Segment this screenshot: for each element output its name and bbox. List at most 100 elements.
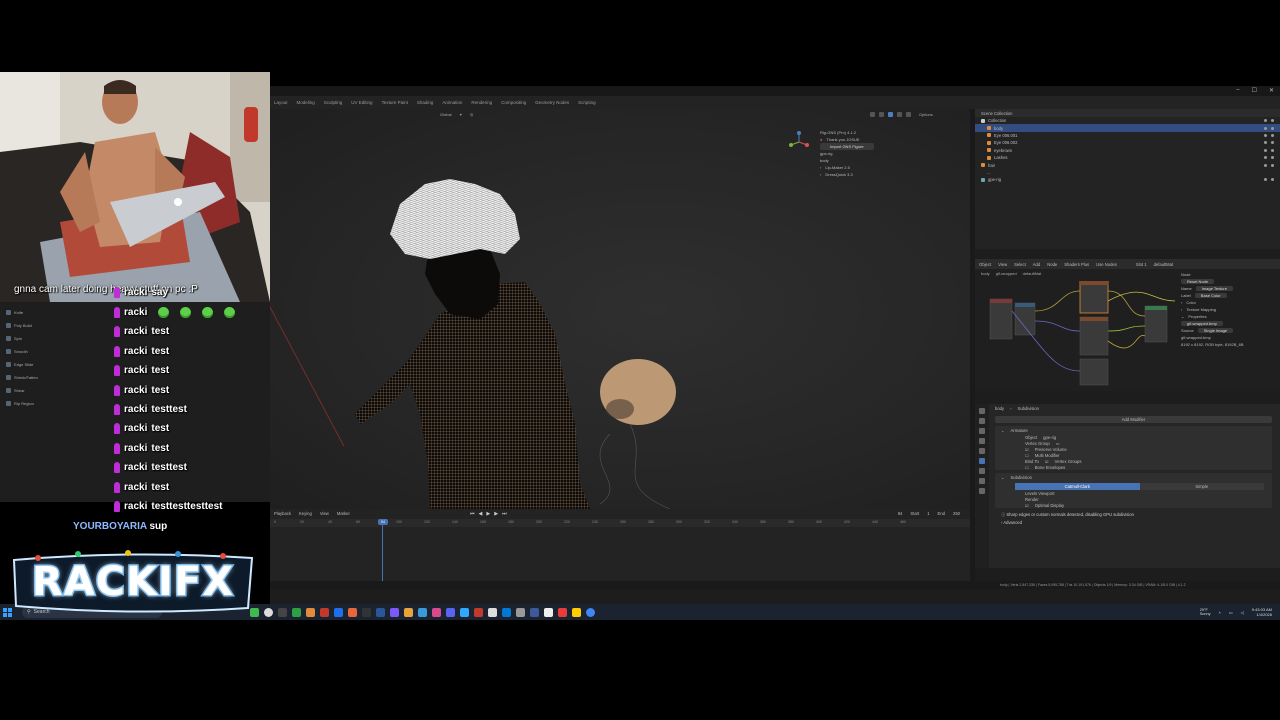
overlay-icon[interactable] [870, 111, 875, 117]
visibility-icons[interactable] [1264, 119, 1274, 123]
color-section[interactable]: Color [1186, 300, 1196, 305]
add-modifier-button[interactable]: Add Modifier [995, 416, 1272, 423]
photoshop-icon[interactable] [460, 607, 469, 617]
app-icon[interactable] [558, 607, 567, 617]
object-tab-icon[interactable] [979, 448, 985, 454]
volume-icon[interactable]: ◁ [1241, 610, 1244, 615]
menu-view[interactable]: View [998, 262, 1007, 267]
import-figure-button[interactable]: Import GNS Figure [820, 143, 874, 150]
menu-shaders-plus[interactable]: Shaders Plus [1064, 262, 1089, 267]
checkbox-icon[interactable]: ☐ [1025, 465, 1029, 470]
particles-tab-icon[interactable] [979, 468, 985, 474]
tab-workspace[interactable]: Animation [442, 100, 462, 105]
start-field[interactable]: 1 [927, 511, 929, 516]
app-icon[interactable] [264, 607, 273, 617]
modifier-header[interactable]: ⌄ Subdivision [995, 473, 1272, 481]
outliner-item[interactable]: eyebrows [975, 147, 1280, 154]
weather-widget[interactable]: 29°F Sunny [1200, 608, 1211, 617]
body-field[interactable]: body [820, 158, 829, 163]
tool-spin[interactable]: Spin [6, 336, 22, 341]
outliner-item[interactable]: hair [975, 161, 1280, 168]
tool-tab-icon[interactable] [979, 408, 985, 414]
visibility-icons[interactable] [1264, 163, 1274, 167]
proportional-icon[interactable]: ◎ [470, 112, 474, 117]
lipmaker-section[interactable]: Lip-Maker 2.5 [825, 165, 849, 170]
checkbox-icon[interactable]: ☑ [1025, 503, 1029, 508]
network-icon[interactable]: ▭ [1229, 610, 1233, 615]
app-icon[interactable] [334, 607, 343, 617]
menu-object[interactable]: Object [979, 262, 991, 267]
tool-shrink-fatten[interactable]: Shrink/Fatten [6, 375, 38, 380]
reset-node-button[interactable]: Reset Node [1181, 279, 1215, 284]
node-name-field[interactable]: Image Texture [1195, 286, 1233, 291]
modifier-name[interactable]: Armature [1011, 428, 1028, 433]
timeline[interactable]: Playback Keying View Marker ⏮ ◀ ▶ ▶ ⏭ 94… [270, 509, 970, 581]
outliner-item[interactable]: Eye 006.002 [975, 139, 1280, 146]
app-icon[interactable] [404, 607, 413, 617]
modifier-header[interactable]: ⌄ Armature [995, 426, 1272, 434]
jump-start-icon[interactable]: ⏮ [470, 511, 475, 517]
breadcrumb-item[interactable]: defaultMat [1023, 271, 1042, 276]
app-icon[interactable] [502, 607, 511, 617]
app-icon[interactable] [362, 607, 371, 617]
tool-edge-slide[interactable]: Edge Slide [6, 362, 33, 367]
scene-tab-icon[interactable] [979, 438, 985, 444]
visibility-icons[interactable] [1264, 178, 1274, 182]
breadcrumb-item[interactable]: body [981, 271, 990, 276]
orientation-dropdown[interactable]: Global [440, 112, 452, 117]
3d-viewport[interactable]: Global ⌖ ◎ Options Rig-GNS (Pro) 4.1.2 ●… [270, 109, 970, 509]
app-icon[interactable] [292, 607, 301, 617]
node-graph[interactable] [985, 281, 1185, 386]
tab-workspace[interactable]: Scripting [578, 100, 596, 105]
outliner-item[interactable]: ... [975, 169, 1280, 176]
image-field[interactable]: gif-wrapped.bmp [1181, 321, 1223, 326]
minimize-icon[interactable]: – [1236, 87, 1239, 94]
frame-ruler[interactable]: 0 20 40 60 100 120 140 160 180 200 220 2… [270, 519, 970, 527]
visibility-icons[interactable] [1264, 141, 1274, 145]
tab-workspace[interactable]: Shading [417, 100, 434, 105]
clock[interactable]: 9:43:03 AM 1/4/2026 [1252, 607, 1272, 617]
render-tab-icon[interactable] [979, 418, 985, 424]
dressquick-section[interactable]: DressQuick 3.3 [825, 172, 852, 177]
outliner-item[interactable]: gpe-rig [975, 176, 1280, 183]
close-icon[interactable]: ✕ [1269, 87, 1274, 94]
node-label-field[interactable]: Base Color [1194, 293, 1227, 298]
advanced-section[interactable]: › Advanced [975, 518, 1280, 525]
tool-smooth[interactable]: Smooth [6, 349, 28, 354]
snap-icon[interactable]: ⌖ [460, 112, 462, 117]
app-icon[interactable] [530, 607, 539, 617]
checkbox-icon[interactable]: ☐ [1025, 453, 1029, 458]
visibility-icons[interactable] [1264, 156, 1274, 160]
end-field[interactable]: 250 [953, 511, 960, 516]
menu-keying[interactable]: Keying [299, 511, 312, 516]
outliner-item[interactable]: Collection [975, 117, 1280, 124]
current-frame-field[interactable]: 94 [898, 511, 903, 516]
visibility-icons[interactable] [1264, 133, 1274, 137]
menu-playback[interactable]: Playback [274, 511, 291, 516]
outliner-item[interactable]: Lashes [975, 154, 1280, 161]
material-tab-icon[interactable] [979, 488, 985, 494]
tab-workspace[interactable]: Modeling [297, 100, 315, 105]
shader-node-editor[interactable]: Object View Select Add Node Shaders Plus… [975, 259, 1280, 391]
visibility-icons[interactable] [1264, 126, 1274, 130]
play-icon[interactable]: ▶ [486, 511, 490, 517]
source-dropdown[interactable]: Single Image [1197, 328, 1234, 333]
app-icon[interactable] [418, 607, 427, 617]
xray-icon[interactable] [879, 111, 884, 117]
app-icon[interactable] [390, 607, 399, 617]
menu-view[interactable]: View [320, 511, 329, 516]
app-icon[interactable] [544, 607, 553, 617]
slot-dropdown[interactable]: Slot 1 [1136, 262, 1147, 267]
app-icon[interactable] [516, 607, 525, 617]
menu-marker[interactable]: Marker [337, 511, 350, 516]
app-icon[interactable] [572, 607, 581, 617]
catmull-clark-tab[interactable]: Catmull-Clark [1015, 483, 1140, 490]
properties-section[interactable]: Properties [1188, 314, 1206, 319]
tab-workspace[interactable]: Texture Paint [382, 100, 408, 105]
tab-workspace[interactable]: Sculpting [324, 100, 343, 105]
jump-end-icon[interactable]: ⏭ [502, 511, 507, 517]
app-icon[interactable] [432, 607, 441, 617]
use-nodes-toggle[interactable]: Use Nodes [1096, 262, 1117, 267]
tab-workspace[interactable]: Rendering [471, 100, 492, 105]
object-field[interactable]: gpe-rig [1043, 435, 1056, 440]
